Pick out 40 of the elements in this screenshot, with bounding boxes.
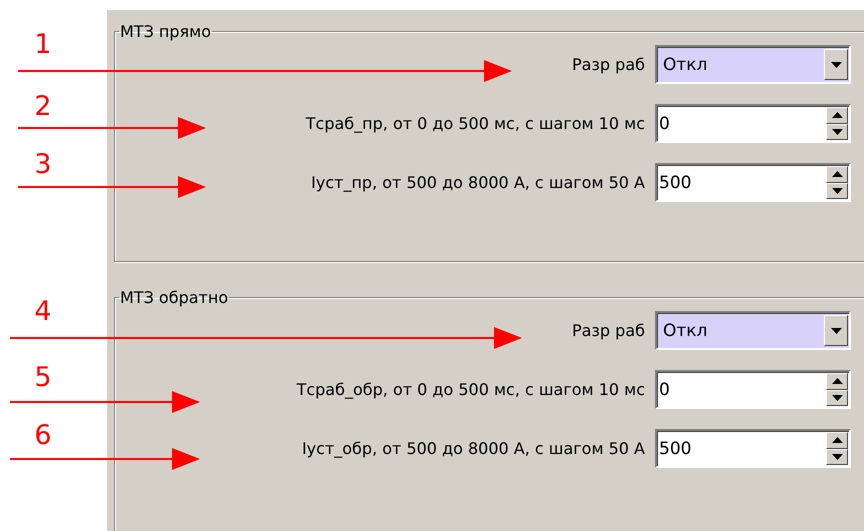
field-label: Тсраб_обр, от 0 до 500 мс, с шагом 10 мс — [296, 380, 645, 399]
spin-down-button[interactable] — [826, 448, 848, 465]
callout-number: 4 — [33, 297, 53, 327]
field-label: Iуст_пр, от 500 до 8000 А, с шагом 50 А — [311, 173, 645, 192]
spin-down-button[interactable] — [826, 390, 848, 406]
spin-field[interactable]: 500 — [655, 429, 851, 468]
spin-up-button[interactable] — [826, 373, 848, 390]
spin-up-button[interactable] — [826, 166, 848, 182]
spin-down-button[interactable] — [826, 182, 848, 199]
caret-up-icon — [832, 437, 842, 444]
caret-down-icon — [832, 454, 842, 460]
caret-down-icon — [832, 394, 842, 401]
dropdown-field[interactable]: Откл — [655, 45, 851, 84]
spin-field[interactable]: 500 — [655, 163, 851, 202]
dropdown-button[interactable] — [824, 315, 848, 346]
caret-up-icon — [832, 112, 842, 118]
dropdown-field[interactable]: Откл — [655, 311, 851, 350]
spin-field[interactable]: 0 — [655, 104, 851, 143]
field-label: Разр раб — [572, 321, 645, 340]
caret-up-icon — [832, 378, 842, 384]
spin-up-button[interactable] — [826, 432, 848, 448]
callout-number: 3 — [33, 150, 53, 180]
callout-number: 2 — [33, 92, 53, 122]
spin-up-button[interactable] — [826, 107, 848, 124]
callout-number: 5 — [33, 363, 53, 393]
group-title: МТЗ обратно — [119, 288, 230, 307]
caret-down-icon — [830, 328, 842, 334]
field-label: Тсраб_пр, от 0 до 500 мс, с шагом 10 мс — [306, 114, 645, 133]
caret-down-icon — [832, 128, 842, 135]
spin-field[interactable]: 0 — [655, 370, 851, 409]
field-label: Iуст_обр, от 500 до 8000 А, с шагом 50 А — [302, 439, 645, 458]
dropdown-button[interactable] — [824, 49, 848, 80]
caret-down-icon — [832, 188, 842, 194]
spin-down-button[interactable] — [826, 124, 848, 140]
caret-up-icon — [832, 171, 842, 178]
callout-number: 1 — [33, 30, 53, 60]
callout-number: 6 — [33, 421, 53, 451]
caret-down-icon — [830, 62, 842, 68]
field-label: Разр раб — [572, 55, 645, 74]
group-title: МТЗ прямо — [119, 22, 212, 41]
